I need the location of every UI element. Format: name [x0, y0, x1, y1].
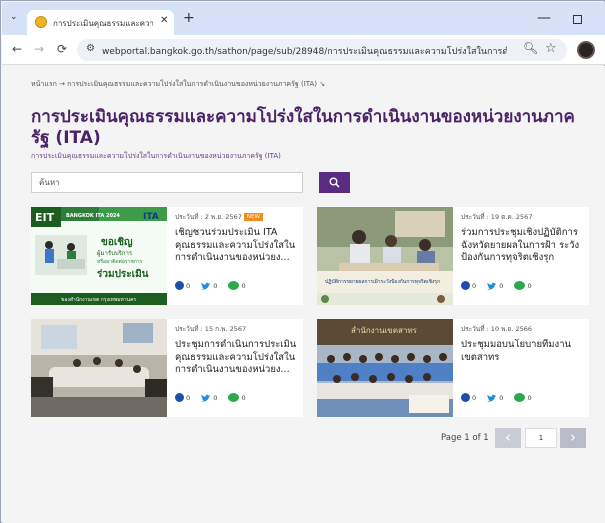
- facebook-icon[interactable]: [175, 281, 184, 290]
- group-photo: สำนักงานเขตสาทร: [317, 319, 453, 417]
- card-title[interactable]: ประชุมมอบนโยบายทีมงานเขตสาทร: [461, 339, 586, 377]
- share-counts: 0 0 0: [461, 387, 586, 402]
- search-icon: [329, 177, 340, 188]
- card-body: ประวันที่ : 10 พ.ย. 2566 ประชุมมอบนโยบาย…: [461, 325, 586, 402]
- line-count: 0: [241, 393, 246, 402]
- twitter-count: 0: [213, 393, 218, 402]
- facebook-icon[interactable]: [461, 281, 470, 290]
- facebook-count: 0: [186, 281, 191, 290]
- card-title[interactable]: เชิญชวนร่วมประเมิน ITA คุณธรรมและความโปร…: [175, 227, 300, 265]
- card-title[interactable]: ร่วมการประชุมเชิงปฏิบัติการ ฉังหวัดยายผล…: [461, 227, 586, 265]
- page-title: การประเมินคุณธรรมและความโปร่งใสในการดำเน…: [31, 107, 575, 148]
- zoom-icon[interactable]: 🔍︎: [523, 41, 538, 55]
- eit-logo-text: EIT: [35, 211, 55, 224]
- share-counts: 0 0 0: [175, 387, 300, 402]
- line-icon[interactable]: [514, 281, 526, 290]
- twitter-count: 0: [213, 281, 218, 290]
- share-counts: 0 0 0: [461, 275, 586, 290]
- tab-bar: ⌄ การประเมินคุณธรรมและความโปร่งใส ✕ + —: [2, 2, 605, 35]
- url-text[interactable]: webportal.bangkok.go.th/sathon/page/sub/…: [102, 44, 507, 58]
- tab-search-chevron-icon[interactable]: ⌄: [10, 12, 18, 22]
- card-title[interactable]: ประชุมการดำเนินการประเมินคุณธรรมและความโ…: [175, 339, 300, 377]
- back-arrow-icon[interactable]: ←: [12, 42, 22, 56]
- bookmark-star-icon[interactable]: ☆: [545, 41, 557, 56]
- breadcrumb[interactable]: หน้าแรก → การประเมินคุณธรรมและความโปร่งใ…: [31, 79, 325, 90]
- thumb-banner-text: BANGKOK ITA 2024: [66, 213, 120, 219]
- line-count: 0: [527, 281, 532, 290]
- line-icon[interactable]: [228, 393, 240, 402]
- facebook-icon[interactable]: [461, 393, 470, 402]
- share-counts: 0 0 0: [175, 275, 300, 290]
- twitter-icon[interactable]: [487, 388, 497, 407]
- twitter-count: 0: [499, 281, 504, 290]
- pagination-info: Page 1 of 1: [441, 433, 489, 443]
- thumb-banner-text: สำนักงานเขตสาทร: [351, 326, 418, 335]
- thumb-headline-1: ขอเชิญ: [101, 236, 133, 248]
- card-thumbnail[interactable]: ปฏิบัติการขยายผลการเฝ้าระวังป้องกันการทุ…: [317, 207, 453, 305]
- close-tab-icon[interactable]: ✕: [160, 15, 168, 26]
- meeting-photo: ปฏิบัติการขยายผลการเฝ้าระวังป้องกันการทุ…: [317, 207, 453, 305]
- maximize-icon[interactable]: [573, 15, 582, 24]
- next-page-button[interactable]: ›: [560, 428, 586, 448]
- thumb-footer-text: ของสำนักงานเขต กรุงเทพมหานคร: [61, 297, 136, 303]
- meeting-room-photo: [31, 319, 167, 417]
- facebook-count: 0: [472, 393, 477, 402]
- search-button[interactable]: [319, 172, 350, 193]
- address-toolbar: ← → ⟳ ⚙ webportal.bangkok.go.th/sathon/p…: [2, 35, 605, 65]
- address-bar[interactable]: ⚙ webportal.bangkok.go.th/sathon/page/su…: [77, 39, 567, 61]
- thumb-headline-3: หรือมาติดต่อราชการ: [97, 258, 143, 265]
- new-badge: NEW: [243, 213, 263, 221]
- thumb-banner-text: ปฏิบัติการขยายผลการเฝ้าระวังป้องกันการทุ…: [325, 278, 440, 285]
- card-date: ประวันที่ : 15 ก.พ. 2567: [175, 325, 247, 333]
- news-card[interactable]: สำนักงานเขตสาทร ประวันที่: 10 พ.ย. 2566…: [317, 319, 589, 417]
- card-thumbnail[interactable]: สำนักงานเขตสาทร: [317, 319, 453, 417]
- twitter-icon[interactable]: [487, 276, 497, 295]
- twitter-icon[interactable]: [201, 388, 211, 407]
- page-content: หน้าแรก → การประเมินคุณธรรมและความโปร่งใ…: [2, 66, 605, 523]
- card-thumbnail[interactable]: EIT BANGKOK ITA 2024 ITA ขอเชิญ ผู้มารับ…: [31, 207, 167, 305]
- minimize-icon[interactable]: —: [537, 10, 551, 26]
- line-icon[interactable]: [514, 393, 526, 402]
- page-number-input[interactable]: 1: [525, 428, 557, 448]
- card-body: ประวันที่ : 15 ก.พ. 2567 ประชุมการดำเนิน…: [175, 325, 300, 402]
- search-input[interactable]: [31, 172, 303, 193]
- forward-arrow-icon[interactable]: →: [34, 42, 44, 56]
- thumb-headline-4: ร่วมประเมิน: [97, 268, 149, 280]
- card-thumbnail[interactable]: [31, 319, 167, 417]
- thumb-headline-2: ผู้มารับบริการ: [97, 250, 133, 257]
- prev-page-button[interactable]: ‹: [495, 428, 521, 448]
- twitter-icon[interactable]: [201, 276, 211, 295]
- card-date: ประวันที่ : 2 พ.ย. 2567 NEW: [175, 213, 300, 224]
- facebook-icon[interactable]: [175, 393, 184, 402]
- card-body: ประวันที่ : 19 ต.ค. 2567 ร่วมการประชุมเช…: [461, 213, 586, 290]
- facebook-count: 0: [186, 393, 191, 402]
- site-favicon-icon: [35, 16, 47, 28]
- browser-tab[interactable]: การประเมินคุณธรรมและความโปร่งใส ✕: [27, 10, 174, 35]
- news-card[interactable]: ปฏิบัติการขยายผลการเฝ้าระวังป้องกันการทุ…: [317, 207, 589, 305]
- twitter-count: 0: [499, 393, 504, 402]
- profile-avatar[interactable]: [577, 41, 595, 59]
- line-icon[interactable]: [228, 281, 240, 290]
- reload-icon[interactable]: ⟳: [57, 42, 67, 56]
- line-count: 0: [241, 281, 246, 290]
- browser-window: ⌄ การประเมินคุณธรรมและความโปร่งใส ✕ + — …: [0, 0, 605, 523]
- ita-campaign-image: EIT BANGKOK ITA 2024 ITA ขอเชิญ ผู้มารับ…: [31, 207, 167, 305]
- tab-title: การประเมินคุณธรรมและความโปร่งใส: [53, 19, 153, 28]
- news-card[interactable]: EIT BANGKOK ITA 2024 ITA ขอเชิญ ผู้มารับ…: [31, 207, 303, 305]
- ita-logo-text: ITA: [143, 212, 159, 222]
- line-count: 0: [527, 393, 532, 402]
- card-body: ประวันที่ : 2 พ.ย. 2567 NEW เชิญชวนร่วมปร…: [175, 213, 300, 290]
- card-date: ประวันที่ : 19 ต.ค. 2567: [461, 213, 533, 221]
- facebook-count: 0: [472, 281, 477, 290]
- page-subtitle: การประเมินคุณธรรมและความโปร่งใสในการดำเน…: [31, 152, 281, 160]
- site-info-icon[interactable]: ⚙: [86, 43, 95, 54]
- new-tab-icon[interactable]: +: [183, 11, 195, 25]
- news-card[interactable]: ประวันที่ : 15 ก.พ. 2567 ประชุมการดำเนิน…: [31, 319, 303, 417]
- card-date: ประวันที่ : 10 พ.ย. 2566: [461, 325, 532, 333]
